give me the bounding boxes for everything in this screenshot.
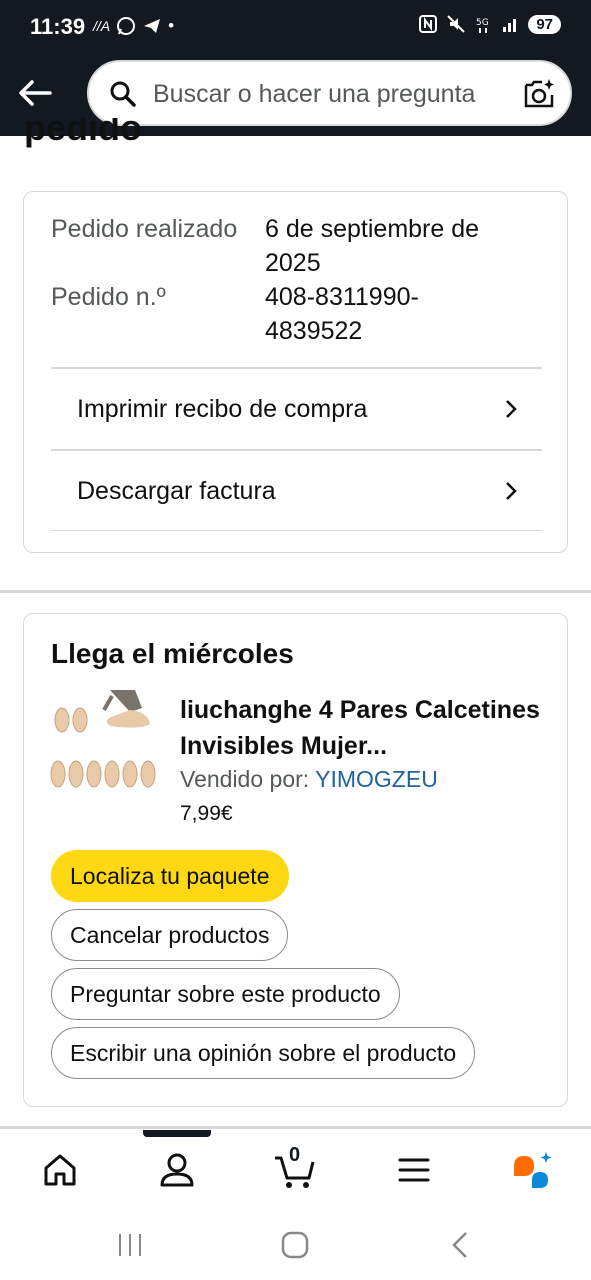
sold-by: Vendido por: YIMOGZEU — [180, 766, 438, 793]
delivery-card: Llega el miércoles liuchanghe 4 Pares Ca… — [23, 613, 568, 1107]
order-number-value: 408-8311990-4839522 — [265, 283, 419, 345]
notification-a-icon: //A — [93, 18, 111, 34]
system-nav-bar — [0, 1210, 591, 1280]
search-icon — [110, 81, 136, 107]
nfc-icon — [419, 15, 438, 33]
order-info-card: Pedido realizado 6 de septiembre de 2025… — [23, 191, 568, 553]
seller-link[interactable]: YIMOGZEU — [315, 766, 438, 792]
status-bar: 11:39 //A • 5G 97 — [0, 0, 591, 56]
recent-apps-icon[interactable] — [113, 1228, 147, 1262]
section-divider — [0, 1126, 591, 1129]
cart-button[interactable]: 0 — [273, 1144, 315, 1190]
search-input[interactable]: Buscar o hacer una pregunta — [87, 60, 572, 126]
rufus-icon[interactable] — [510, 1150, 554, 1190]
product-title-link[interactable]: liuchanghe 4 Pares Calcetines Invisibles… — [180, 692, 550, 764]
order-number-label: Pedido n.º — [51, 283, 166, 311]
product-price: 7,99€ — [180, 802, 233, 825]
section-divider — [0, 590, 591, 593]
home-icon[interactable] — [40, 1150, 80, 1190]
battery-badge: 97 — [528, 14, 561, 34]
back-arrow-icon[interactable] — [16, 74, 54, 112]
svg-text:5G: 5G — [476, 18, 489, 28]
order-placed-label: Pedido realizado — [51, 215, 238, 243]
order-placed-date: 6 de septiembre de 2025 — [265, 215, 480, 277]
track-package-button[interactable]: Localiza tu paquete — [51, 850, 289, 902]
sold-by-label: Vendido por: — [180, 766, 316, 792]
product-image[interactable] — [50, 690, 156, 800]
search-placeholder: Buscar o hacer una pregunta — [153, 80, 476, 108]
active-tab-indicator — [143, 1130, 211, 1137]
download-invoice-link[interactable]: Descargar factura — [51, 449, 542, 531]
signal-icon — [503, 19, 517, 32]
chevron-right-icon — [506, 400, 517, 418]
write-review-button[interactable]: Escribir una opinión sobre el producto — [51, 1027, 476, 1079]
status-time: 11:39 — [30, 14, 86, 39]
ask-product-button[interactable]: Preguntar sobre este producto — [51, 968, 400, 1020]
print-receipt-link[interactable]: Imprimir recibo de compra — [51, 367, 542, 449]
account-icon[interactable] — [157, 1150, 197, 1190]
cancel-items-button[interactable]: Cancelar productos — [51, 909, 289, 961]
back-button-icon[interactable] — [444, 1228, 478, 1262]
telegram-icon — [144, 19, 161, 33]
camera-search-icon[interactable] — [522, 77, 556, 111]
print-receipt-label: Imprimir recibo de compra — [77, 394, 368, 423]
whatsapp-icon — [117, 17, 136, 35]
divider — [51, 530, 542, 531]
delivery-title: Llega el miércoles — [51, 638, 294, 669]
home-button-icon[interactable] — [278, 1228, 312, 1262]
menu-icon[interactable] — [394, 1150, 434, 1190]
5g-icon: 5G — [476, 18, 489, 33]
status-system-icons: 5G 97 — [418, 14, 561, 34]
dot-icon: • — [168, 16, 175, 35]
bottom-nav: 0 — [0, 1130, 591, 1210]
status-notification-icons: //A • — [93, 16, 174, 36]
chevron-right-icon — [506, 482, 517, 500]
page-title: pedido — [24, 118, 142, 148]
mute-icon — [447, 15, 466, 33]
cart-count: 0 — [289, 1144, 301, 1166]
download-invoice-label: Descargar factura — [77, 476, 276, 505]
